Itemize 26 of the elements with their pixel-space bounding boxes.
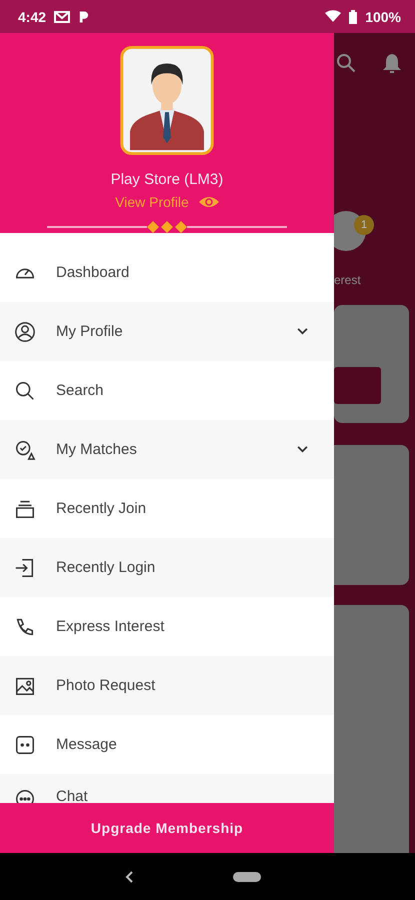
wifi-icon bbox=[325, 10, 342, 23]
bell-icon[interactable] bbox=[383, 53, 401, 73]
count-badge: 1 bbox=[354, 215, 374, 235]
battery-icon bbox=[349, 10, 358, 24]
battery-level: 100% bbox=[365, 8, 401, 24]
login-icon bbox=[14, 556, 36, 578]
menu-item[interactable]: Chat bbox=[0, 774, 334, 803]
search-icon[interactable] bbox=[336, 53, 356, 73]
back-icon[interactable] bbox=[124, 870, 132, 882]
menu-item[interactable]: My Profile bbox=[0, 302, 334, 361]
user-circle-icon bbox=[14, 320, 36, 342]
menu-item[interactable]: Photo Request bbox=[0, 656, 334, 715]
home-pill[interactable] bbox=[232, 872, 260, 882]
menu-item[interactable]: Recently Login bbox=[0, 538, 334, 597]
eye-icon bbox=[198, 196, 219, 208]
upgrade-membership-button[interactable]: Upgrade Membership bbox=[0, 803, 334, 853]
mail-icon bbox=[54, 10, 70, 22]
diamond-ornament bbox=[147, 221, 187, 233]
chat-bubble-icon bbox=[14, 734, 36, 756]
p-badge-icon bbox=[78, 10, 90, 24]
search-icon bbox=[14, 380, 36, 402]
status-time: 4:42 bbox=[18, 8, 46, 24]
tab-label: erest bbox=[334, 273, 361, 287]
user-name: Play Store (LM3) bbox=[110, 171, 224, 188]
check-shapes-icon bbox=[14, 438, 36, 460]
menu-item[interactable]: My Matches bbox=[0, 420, 334, 479]
